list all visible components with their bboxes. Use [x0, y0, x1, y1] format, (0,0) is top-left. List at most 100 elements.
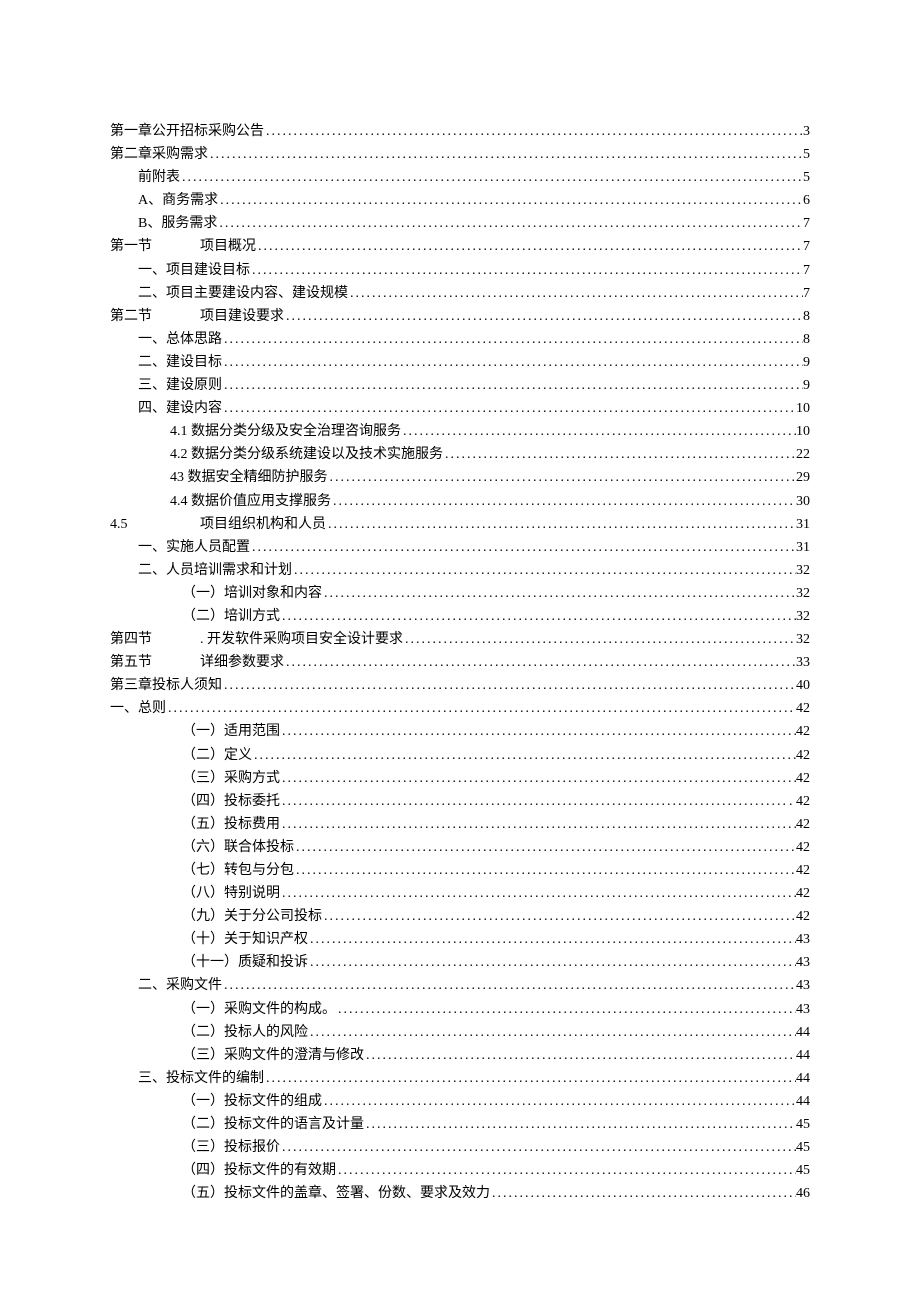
toc-entry-label: 项目概况: [200, 235, 256, 258]
toc-leader-dots: [222, 328, 803, 351]
toc-page-number: 42: [796, 859, 810, 882]
toc-entry: （九）关于分公司投标42: [110, 905, 810, 928]
toc-page-number: 44: [796, 1021, 810, 1044]
toc-entry-label: 4.2 数据分类分级系统建设以及技术实施服务: [170, 443, 443, 466]
toc-page-number: 42: [796, 697, 810, 720]
toc-leader-dots: [308, 951, 796, 974]
toc-entry-label: （二）投标文件的语言及计量: [182, 1113, 364, 1136]
toc-leader-dots: [222, 374, 803, 397]
toc-entry: 第四节. 开发软件采购项目安全设计要求32: [110, 628, 810, 651]
toc-entry: 三、投标文件的编制44: [110, 1067, 810, 1090]
toc-entry-label: 三、投标文件的编制: [138, 1067, 264, 1090]
toc-entry-label: 一、实施人员配置: [138, 536, 250, 559]
toc-entry: A、商务需求6: [110, 189, 810, 212]
toc-page-number: 7: [803, 259, 810, 282]
toc-leader-dots: [280, 813, 796, 836]
toc-page-number: 45: [796, 1113, 810, 1136]
toc-entry: 第五节详细参数要求33: [110, 651, 810, 674]
toc-entry: 二、采购文件43: [110, 974, 810, 997]
toc-entry: 第一节项目概况7: [110, 235, 810, 258]
toc-entry-label: （五）投标文件的盖章、签署、份数、要求及效力: [182, 1182, 490, 1205]
toc-page-number: 44: [796, 1044, 810, 1067]
toc-entry-label: （三）采购文件的澄清与修改: [182, 1044, 364, 1067]
toc-entry: （一）培训对象和内容32: [110, 582, 810, 605]
toc-entry: （七）转包与分包42: [110, 859, 810, 882]
toc-entry: （一）采购文件的构成。43: [110, 998, 810, 1021]
toc-entry-label: B、服务需求: [138, 212, 217, 235]
toc-entry-label: 二、项目主要建设内容、建设规模: [138, 282, 348, 305]
toc-entry-label: 一、总体思路: [138, 328, 222, 351]
toc-entry: （一）适用范围 42: [110, 720, 810, 743]
toc-entry: 4.4 数据价值应用支撑服务30: [110, 490, 810, 513]
toc-page-number: 45: [796, 1159, 810, 1182]
toc-leader-dots: [264, 120, 803, 143]
toc-entry-label: 43 数据安全精细防护服务: [170, 466, 328, 489]
toc-entry-label: （一）适用范围: [182, 720, 280, 743]
toc-entry-label: 项目建设要求: [200, 305, 284, 328]
toc-leader-dots: [336, 998, 796, 1021]
toc-leader-dots: [294, 836, 796, 859]
toc-entry: （五）投标费用42: [110, 813, 810, 836]
toc-leader-dots: [364, 1113, 796, 1136]
toc-section-prefix: 第二节: [110, 305, 200, 328]
toc-entry-label: （九）关于分公司投标: [182, 905, 322, 928]
toc-entry: 4.2 数据分类分级系统建设以及技术实施服务22: [110, 443, 810, 466]
toc-page-number: 10: [796, 420, 810, 443]
toc-entry: 第三章投标人须知40: [110, 674, 810, 697]
toc-leader-dots: [222, 397, 796, 420]
toc-entry: （二）投标人的风险 44: [110, 1021, 810, 1044]
toc-entry-label: 详细参数要求: [200, 651, 284, 674]
toc-entry-label: 一、总则: [110, 697, 166, 720]
toc-page-number: 43: [796, 928, 810, 951]
toc-page-number: 3: [803, 120, 810, 143]
toc-entry-label: （十一）质疑和投诉: [182, 951, 308, 974]
toc-leader-dots: [280, 605, 796, 628]
toc-page-number: 43: [796, 951, 810, 974]
toc-page-number: 5: [803, 143, 810, 166]
toc-entry: （八）特别说明42: [110, 882, 810, 905]
toc-page-number: 42: [796, 767, 810, 790]
toc-page-number: 46: [796, 1182, 810, 1205]
toc-page-number: 32: [796, 605, 810, 628]
toc-leader-dots: [322, 1090, 796, 1113]
toc-page-number: 44: [796, 1090, 810, 1113]
toc-leader-dots: [256, 235, 803, 258]
toc-section-prefix: 第四节: [110, 628, 200, 651]
toc-leader-dots: [292, 559, 796, 582]
toc-entry: （二）定义 42: [110, 744, 810, 767]
toc-entry: 第一章公开招标采购公告3: [110, 120, 810, 143]
toc-entry-label: 一、项目建设目标: [138, 259, 250, 282]
toc-entry-label: （四）投标委托: [182, 790, 280, 813]
toc-leader-dots: [364, 1044, 796, 1067]
toc-page-number: 10: [796, 397, 810, 420]
toc-page-number: 42: [796, 720, 810, 743]
toc-leader-dots: [284, 651, 796, 674]
toc-leader-dots: [264, 1067, 796, 1090]
toc-entry-label: 二、人员培训需求和计划: [138, 559, 292, 582]
toc-page-number: 9: [803, 351, 810, 374]
toc-leader-dots: [222, 351, 803, 374]
toc-entry: （六）联合体投标42: [110, 836, 810, 859]
toc-page-number: 32: [796, 559, 810, 582]
toc-entry-label: 前附表: [138, 166, 180, 189]
toc-entry-label: （二）定义: [182, 744, 252, 767]
toc-page-number: 31: [796, 536, 810, 559]
toc-entry: 一、实施人员配置 31: [110, 536, 810, 559]
toc-leader-dots: [180, 166, 803, 189]
toc-entry: （三）投标报价45: [110, 1136, 810, 1159]
toc-leader-dots: [308, 928, 796, 951]
toc-page-number: 42: [796, 744, 810, 767]
toc-entry: 4.5项目组织机构和人员31: [110, 513, 810, 536]
toc-leader-dots: [222, 974, 796, 997]
toc-entry: （二）投标文件的语言及计量 45: [110, 1113, 810, 1136]
toc-entry-label: （二）投标人的风险: [182, 1021, 308, 1044]
toc-page-number: 7: [803, 235, 810, 258]
toc-leader-dots: [284, 305, 803, 328]
toc-entry: 第二章采购需求5: [110, 143, 810, 166]
toc-entry-label: 二、建设目标: [138, 351, 222, 374]
toc-entry: 43 数据安全精细防护服务29: [110, 466, 810, 489]
toc-leader-dots: [280, 790, 789, 813]
toc-entry-label: （一）培训对象和内容: [182, 582, 322, 605]
toc-page-number: 8: [803, 305, 810, 328]
toc-leader-dots: [308, 1021, 796, 1044]
